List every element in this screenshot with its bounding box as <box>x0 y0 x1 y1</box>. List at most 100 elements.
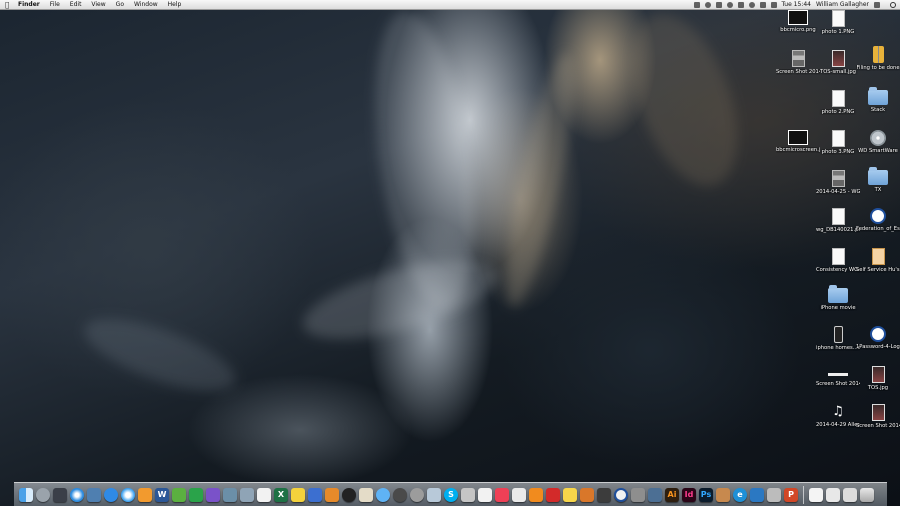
menu-file[interactable]: File <box>45 0 65 10</box>
menu-window[interactable]: Window <box>129 0 163 10</box>
skype-icon[interactable]: S <box>444 487 458 502</box>
desktop-icon[interactable]: TOS-small.jpg <box>816 50 860 75</box>
spotlight-search-icon[interactable] <box>890 2 896 8</box>
mission-control-icon[interactable] <box>53 487 67 502</box>
file-icon <box>871 248 885 265</box>
safari-icon[interactable] <box>70 487 84 502</box>
status-app-icon[interactable] <box>693 2 700 8</box>
chess-icon[interactable] <box>597 487 611 502</box>
utility-app-icon[interactable] <box>767 487 781 502</box>
desktop-icon[interactable]: photo 1.PNG <box>816 10 860 35</box>
screen-app-icon[interactable] <box>648 487 662 502</box>
trash-icon[interactable] <box>860 487 874 502</box>
photo-booth-icon[interactable] <box>410 487 424 502</box>
ibooks-icon[interactable] <box>325 487 339 502</box>
finder-icon[interactable] <box>19 487 33 502</box>
archive-app-icon[interactable] <box>716 487 730 502</box>
1password-icon[interactable] <box>614 487 628 502</box>
desktop-icon-label: WD SmartWare <box>858 148 898 154</box>
file-icon <box>871 404 885 421</box>
time-machine-icon[interactable] <box>726 2 733 8</box>
desktop-icon[interactable]: iPhone movie <box>816 285 860 311</box>
internet-explorer-icon[interactable]: e <box>733 487 747 502</box>
itunes-icon[interactable] <box>121 487 135 502</box>
vlc-icon[interactable] <box>529 487 543 502</box>
preview-icon[interactable] <box>240 487 254 502</box>
dictionary-icon[interactable] <box>512 487 526 502</box>
keynote-icon[interactable] <box>308 487 322 502</box>
acrobat-icon[interactable] <box>546 487 560 502</box>
facetime-icon[interactable] <box>393 487 407 502</box>
clock[interactable]: Tue 15:44 <box>782 0 811 10</box>
file-icon <box>788 10 808 25</box>
textedit-icon[interactable] <box>359 487 373 502</box>
dropbox-icon[interactable] <box>704 2 711 8</box>
desktop-icon[interactable]: 2014-04-25 - WG blog shot <box>816 170 860 195</box>
desktop-icon[interactable]: bbcmicro.png <box>776 10 820 33</box>
desktop-icon[interactable]: wg_DB140021.pdf <box>816 208 860 233</box>
menu-go[interactable]: Go <box>111 0 129 10</box>
desktop-icon[interactable]: 1Password-4-Logo.png <box>856 326 900 350</box>
bluetooth-icon[interactable] <box>737 2 744 8</box>
desktop-icon[interactable]: ♫ 2014-04-29 Allerda...Street <box>816 404 860 428</box>
remote-desktop-icon[interactable] <box>750 487 764 502</box>
menu-edit[interactable]: Edit <box>65 0 87 10</box>
notification-center-icon[interactable] <box>874 2 880 8</box>
desktop-icon[interactable]: bbcmicroscreen.jpg <box>776 130 820 153</box>
omnifocus-icon[interactable] <box>206 487 220 502</box>
indesign-icon[interactable]: Id <box>682 487 696 502</box>
system-preferences-icon[interactable] <box>631 487 645 502</box>
user-name[interactable]: William Gallagher <box>816 0 869 10</box>
mail-icon[interactable] <box>427 487 441 502</box>
contacts-icon[interactable] <box>478 487 492 502</box>
desktop-icon[interactable]: photo 2.PNG <box>816 90 860 115</box>
desktop-icon[interactable]: Filing to be done <box>856 46 900 71</box>
word-icon[interactable]: W <box>155 487 169 502</box>
stickies-icon[interactable] <box>563 487 577 502</box>
photoshop-icon[interactable]: Ps <box>699 487 713 502</box>
utility-app-icon[interactable] <box>461 487 475 502</box>
dvd-player-icon[interactable] <box>342 487 356 502</box>
desktop-icon[interactable]: iphone homes...doc.png <box>816 326 860 351</box>
calendar-icon[interactable] <box>257 487 271 502</box>
desktop-icon[interactable]: Screen Shot 2014-...6.32.19 <box>816 366 860 387</box>
menu-view[interactable]: View <box>86 0 110 10</box>
document-stack-icon[interactable] <box>809 487 823 502</box>
launchpad-icon[interactable] <box>36 487 50 502</box>
game-app-icon[interactable] <box>580 487 594 502</box>
illustrator-icon[interactable]: Ai <box>665 487 679 502</box>
photo-app-icon[interactable] <box>87 487 101 502</box>
document-stack-icon[interactable] <box>826 487 840 502</box>
utility-app-icon[interactable] <box>223 487 237 502</box>
pocket-icon[interactable] <box>495 487 509 502</box>
powerpoint-icon[interactable]: P <box>784 487 798 502</box>
menu-help[interactable]: Help <box>163 0 187 10</box>
menu-app-name[interactable]: Finder <box>13 0 45 10</box>
folder-icon <box>868 167 888 185</box>
messages-icon[interactable] <box>376 487 390 502</box>
dock-separator <box>803 485 804 504</box>
volume-icon[interactable] <box>759 2 766 8</box>
desktop-icon[interactable]: photo 3.PNG <box>816 130 860 155</box>
desktop-icon[interactable]: Screen Shot 2014-...5.40.55 <box>776 50 820 75</box>
numbers-icon[interactable] <box>189 487 203 502</box>
battery-icon[interactable] <box>770 2 777 8</box>
desktop-icon[interactable]: Self Service Hu's Self Service Hu's ...i… <box>856 248 900 273</box>
desktop-icon[interactable]: TX <box>856 167 900 193</box>
notes-icon[interactable] <box>291 487 305 502</box>
folder-icon <box>868 87 888 105</box>
desktop-icon[interactable]: Consistency WG Comments.doc <box>816 248 860 273</box>
evernote-icon[interactable] <box>172 487 186 502</box>
desktop-icon[interactable]: Federation_of_Essential...iosas.jpg <box>856 208 900 232</box>
desktop-icon[interactable]: WD SmartWare <box>856 130 900 154</box>
wifi-icon[interactable] <box>748 2 755 8</box>
pages-icon[interactable] <box>138 487 152 502</box>
excel-icon[interactable]: X <box>274 487 288 502</box>
downloads-stack-icon[interactable] <box>843 487 857 502</box>
desktop-icon[interactable]: Stack <box>856 87 900 113</box>
apple-menu-icon[interactable]:  <box>5 0 13 10</box>
desktop-icon[interactable]: TOS.jpg <box>856 366 900 391</box>
desktop-icon[interactable]: Screen Shot 2014-...4.27.52 <box>856 404 900 429</box>
status-app-icon[interactable] <box>715 2 722 8</box>
app-store-icon[interactable] <box>104 487 118 502</box>
